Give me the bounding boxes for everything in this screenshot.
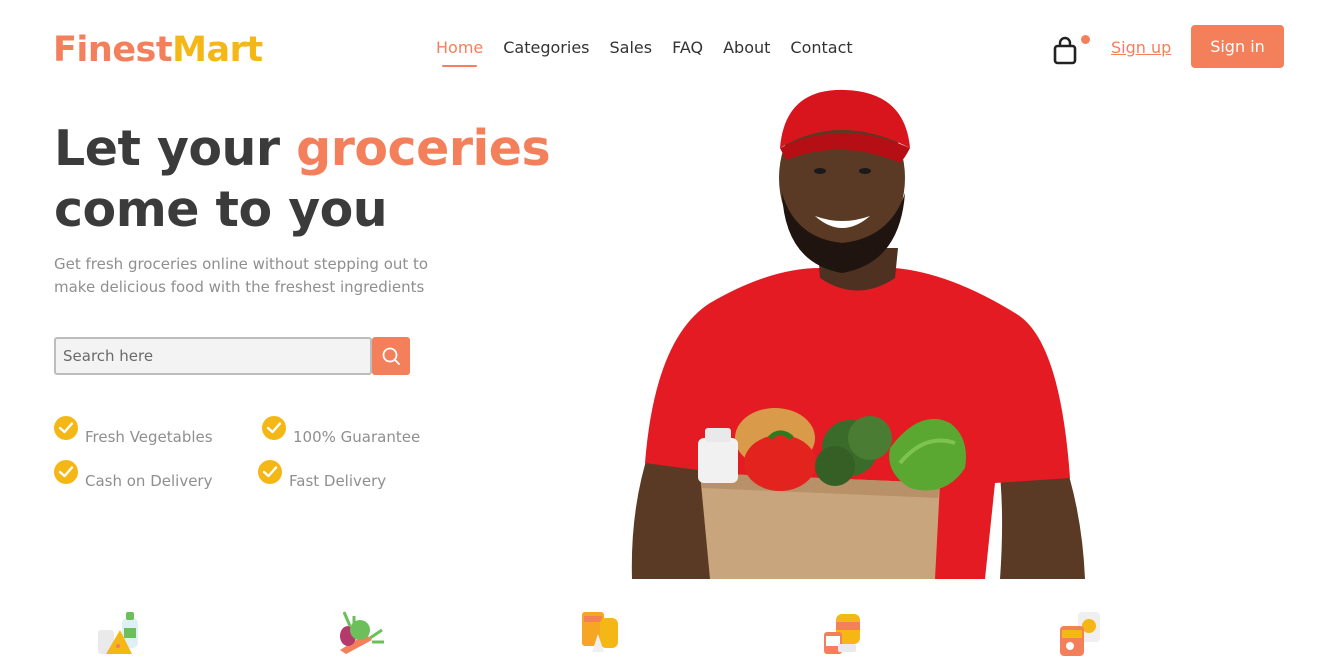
shopping-bag-icon[interactable] (1052, 36, 1078, 66)
nav-categories[interactable]: Categories (503, 38, 589, 57)
feature-label: Cash on Delivery (85, 472, 213, 490)
canned-food-icon[interactable] (820, 608, 868, 658)
search-button[interactable] (372, 337, 410, 375)
nav-sales[interactable]: Sales (610, 38, 653, 57)
hero-title-pre: Let your (54, 120, 297, 177)
brand-name-part1: Finest (53, 30, 173, 70)
signup-link[interactable]: Sign up (1111, 38, 1171, 57)
nav-home[interactable]: Home (436, 38, 483, 67)
snacks-icon[interactable] (578, 608, 626, 658)
brand-name-part2: Mart (172, 30, 263, 70)
nav-faq[interactable]: FAQ (672, 38, 703, 57)
hero-title: Let your groceries come to you (54, 118, 551, 240)
brand-logo[interactable]: FinestMart (53, 30, 263, 70)
dairy-icon[interactable] (96, 608, 144, 658)
feature-fast-delivery: Fast Delivery (258, 460, 386, 490)
check-icon (262, 416, 286, 440)
feature-label: Fast Delivery (289, 472, 387, 490)
feature-guarantee: 100% Guarantee (262, 416, 420, 446)
hero-subtitle: Get fresh groceries online without stepp… (54, 255, 429, 296)
feature-label: 100% Guarantee (293, 428, 421, 446)
main-nav: Home Categories Sales FAQ About Contact (436, 38, 873, 67)
hero-title-accent: groceries (296, 120, 551, 177)
feature-fresh-vegetables: Fresh Vegetables (54, 416, 213, 446)
hero-title-post: come to you (54, 181, 388, 238)
search-input[interactable] (54, 337, 372, 375)
check-icon (54, 416, 78, 440)
feature-cash-on-delivery: Cash on Delivery (54, 460, 212, 490)
feature-label: Fresh Vegetables (85, 428, 213, 446)
check-icon (258, 460, 282, 484)
signin-button[interactable]: Sign in (1191, 25, 1284, 68)
packaged-food-icon[interactable] (1058, 608, 1106, 658)
delivery-man-image (631, 89, 1085, 579)
vegetables-icon[interactable] (336, 608, 384, 658)
check-icon (54, 460, 78, 484)
nav-contact[interactable]: Contact (790, 38, 852, 57)
cart-notification-dot (1081, 35, 1090, 44)
search-icon (382, 347, 400, 365)
nav-about[interactable]: About (723, 38, 770, 57)
